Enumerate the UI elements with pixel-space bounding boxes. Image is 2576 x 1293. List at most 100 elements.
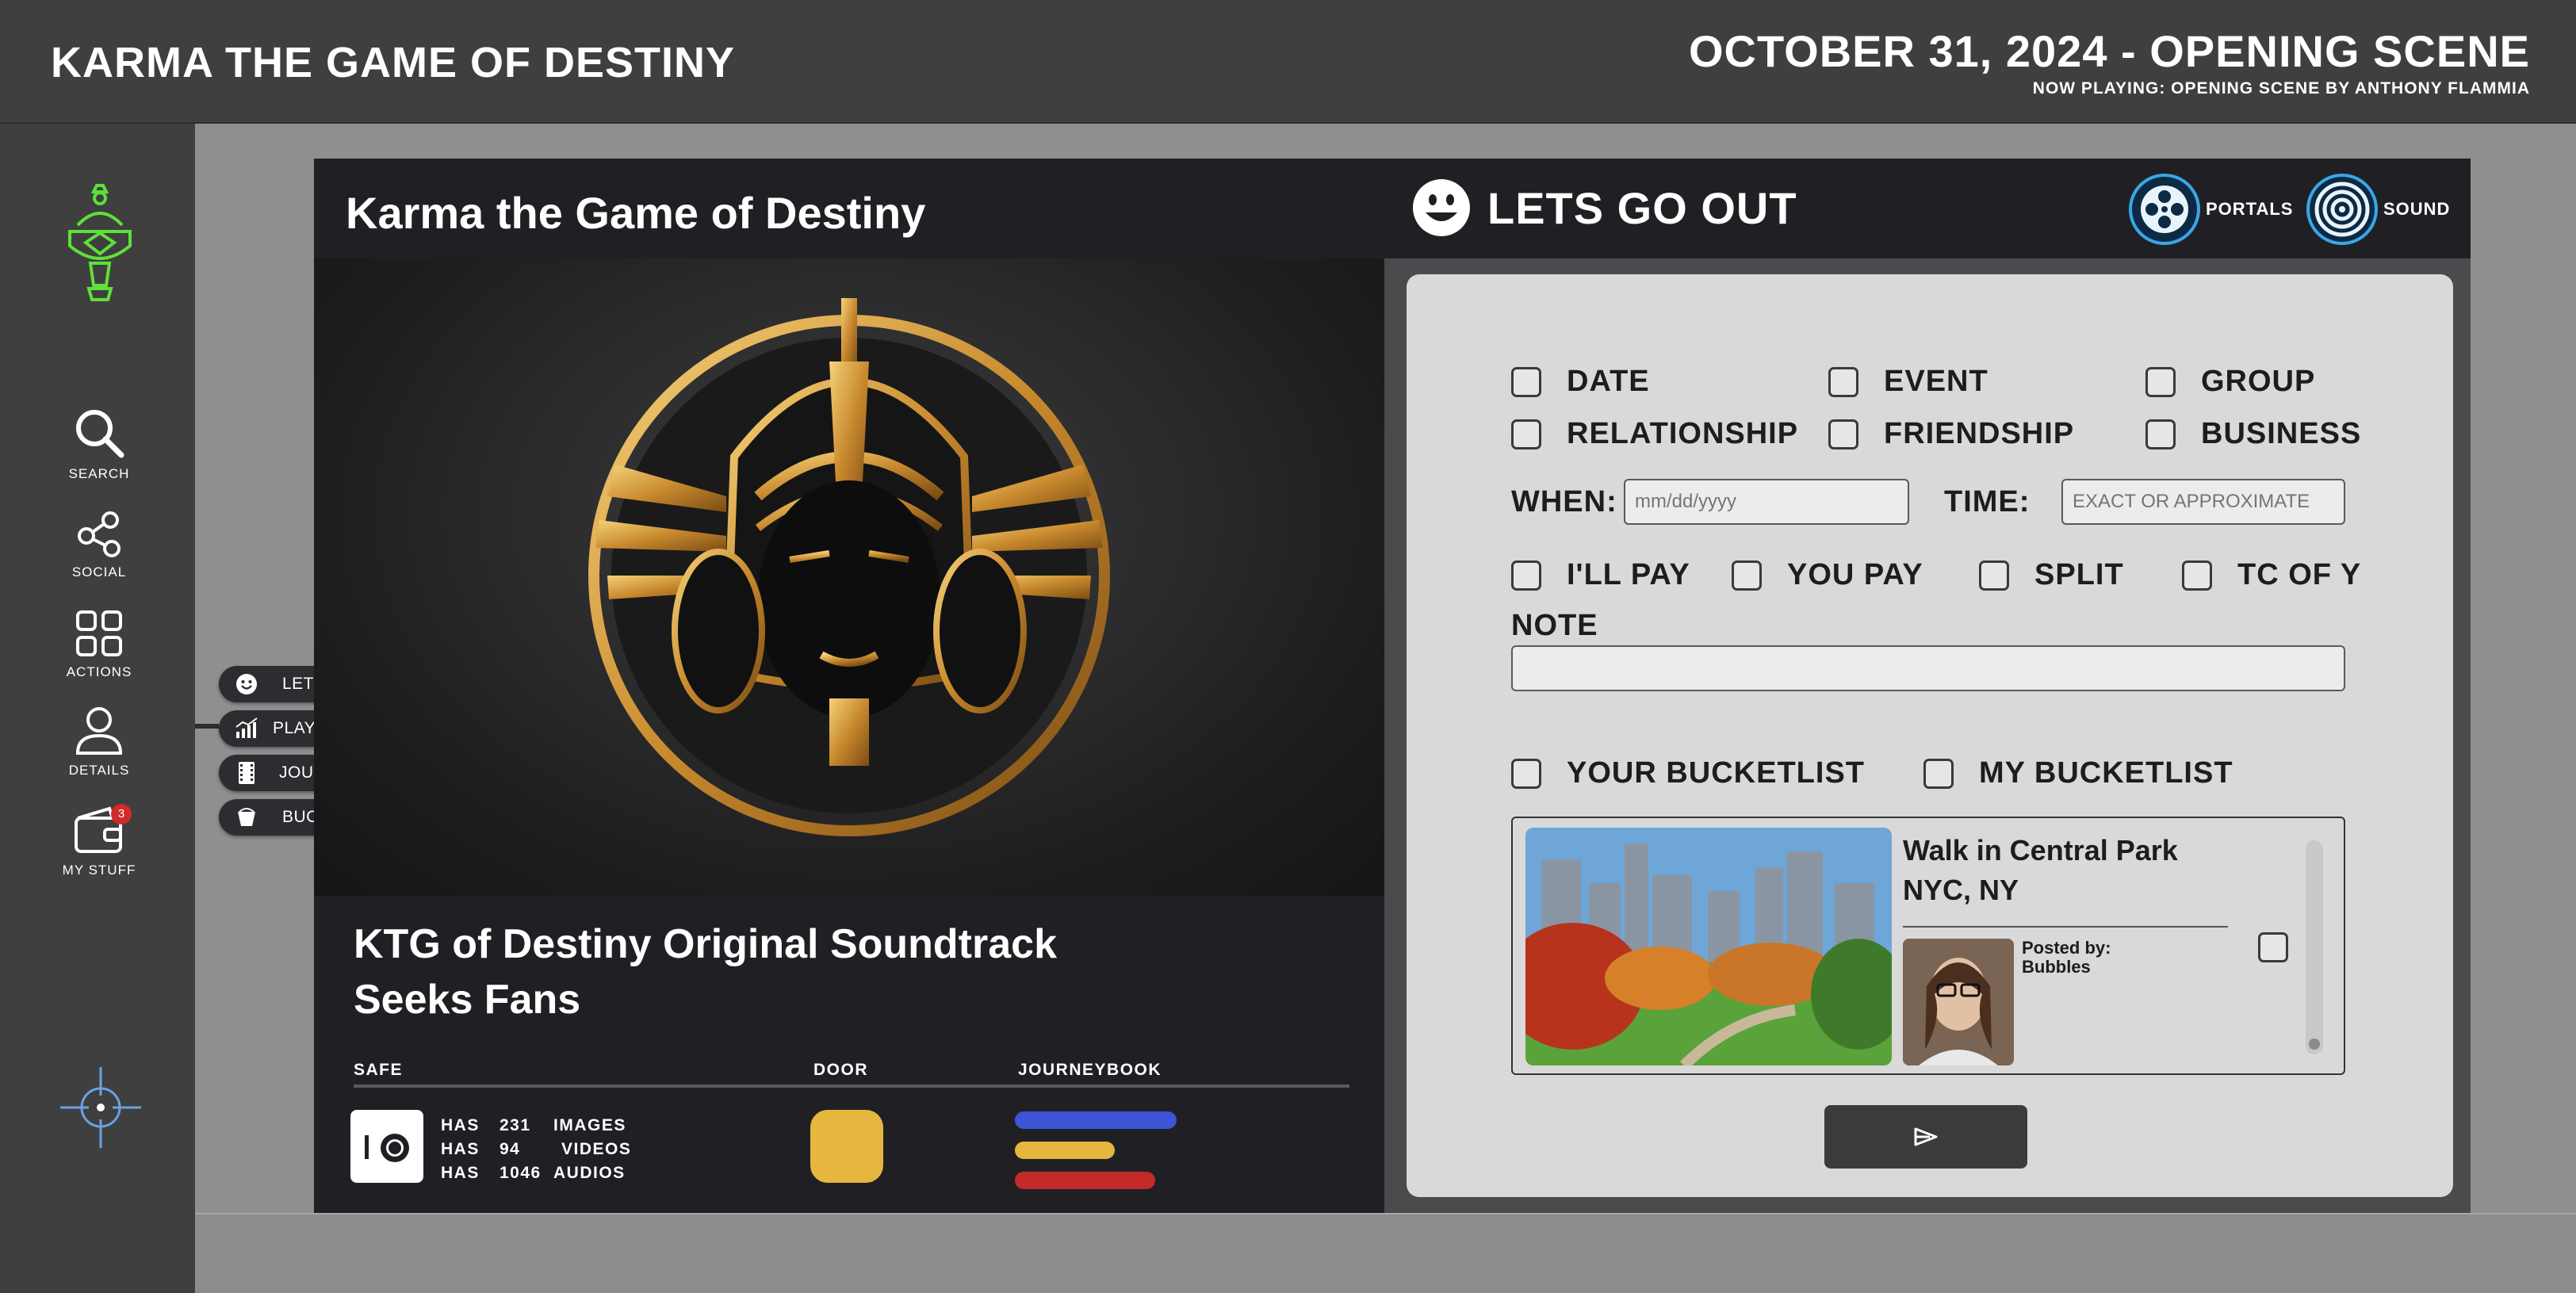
checkbox-box[interactable] xyxy=(1828,366,1858,397)
portals-label: PORTALS xyxy=(2206,199,2294,219)
sound-label: SOUND xyxy=(2383,199,2451,219)
sidebar-item-search[interactable]: SEARCH xyxy=(32,406,167,482)
main-window: Karma the Game of Destiny LETS GO OUT PO… xyxy=(314,159,2471,1215)
crosshair-icon[interactable] xyxy=(57,1064,144,1151)
safe-header: SAFE xyxy=(354,1061,404,1079)
door-button[interactable] xyxy=(810,1110,883,1183)
checkbox-box[interactable] xyxy=(1828,419,1858,449)
smiley-icon xyxy=(235,672,258,696)
send-icon xyxy=(1914,1127,1938,1146)
app-title: KARMA THE GAME OF DESTINY xyxy=(51,39,736,86)
bucketlist-item-title: Walk in Central Park NYC, NY xyxy=(1903,831,2236,910)
checkbox-my-bucketlist[interactable]: MY BUCKETLIST xyxy=(1923,756,2233,790)
lets-go-out-heading: LETS GO OUT xyxy=(1411,178,1797,238)
time-input[interactable] xyxy=(2061,479,2345,525)
when-date-input[interactable] xyxy=(1624,479,1909,525)
checkbox-box[interactable] xyxy=(1979,560,2009,591)
soundtrack-title: KTG of Destiny Original Soundtrack Seeks… xyxy=(354,916,1146,1027)
sidebar-item-actions[interactable]: ACTIONS xyxy=(32,609,167,680)
media-has: HAS xyxy=(441,1140,480,1158)
sidebar-item-social[interactable]: SOCIAL xyxy=(32,511,167,580)
sound-button[interactable]: SOUND xyxy=(2306,173,2450,246)
bucketlist-item-card: Walk in Central Park NYC, NY Posted by: … xyxy=(1511,817,2345,1075)
bucketlist-item-checkbox[interactable] xyxy=(2258,932,2288,962)
checkbox-box[interactable] xyxy=(1923,758,1954,789)
stats-divider xyxy=(354,1085,1349,1088)
checkbox-group[interactable]: GROUP xyxy=(2145,365,2315,399)
bucketlist-item-title-line1: Walk in Central Park xyxy=(1903,834,2178,866)
checkbox-label: FRIENDSHIP xyxy=(1884,417,2075,450)
checkbox-friendship[interactable]: FRIENDSHIP xyxy=(1828,417,2074,451)
checkbox-relationship[interactable]: RELATIONSHIP xyxy=(1511,417,1798,451)
checkbox-box[interactable] xyxy=(1511,419,1541,449)
lets-go-out-title: LETS GO OUT xyxy=(1487,182,1797,233)
checkbox-box[interactable] xyxy=(1732,560,1762,591)
sidebar-item-label: SOCIAL xyxy=(71,564,127,580)
soundtrack-title-line2: Seeks Fans xyxy=(354,977,581,1023)
journeybook-header: JOURNEYBOOK xyxy=(1018,1061,1162,1079)
when-label: WHEN: xyxy=(1511,485,1617,518)
media-type: VIDEOS xyxy=(561,1140,632,1158)
checkbox-event[interactable]: EVENT xyxy=(1828,365,1988,399)
checkbox-label: EVENT xyxy=(1884,365,1988,398)
grid-icon xyxy=(76,610,122,656)
main-title: Karma the Game of Destiny xyxy=(346,188,926,238)
sidebar-item-my-stuff[interactable]: 3 MY STUFF xyxy=(32,804,167,878)
media-has: HAS xyxy=(441,1116,480,1134)
note-label: NOTE xyxy=(1511,609,1598,642)
poster-photo xyxy=(1903,939,2014,1065)
now-playing-text: NOW PLAYING: OPENING SCENE BY ANTHONY FL… xyxy=(2032,79,2530,98)
checkbox-box[interactable] xyxy=(1511,366,1541,397)
door-header: DOOR xyxy=(813,1061,868,1079)
checkbox-split[interactable]: SPLIT xyxy=(1979,558,2124,592)
media-type: IMAGES xyxy=(553,1116,626,1134)
left-sidebar: SEARCH SOCIAL ACTIONS DETAILS 3 MY STUFF xyxy=(0,124,195,1293)
checkbox-label: YOUR BUCKETLIST xyxy=(1567,756,1865,790)
checkbox-you-pay[interactable]: YOU PAY xyxy=(1732,558,1923,592)
media-videos-row: HAS 94 VIDEOS xyxy=(441,1140,631,1159)
sidebar-item-label: DETAILS xyxy=(68,763,130,778)
media-audios-row: HAS 1046 AUDIOS xyxy=(441,1164,626,1183)
checkbox-your-bucketlist[interactable]: YOUR BUCKETLIST xyxy=(1511,756,1865,790)
bucketlist-scrollbar[interactable] xyxy=(2306,840,2323,1054)
sound-target-icon xyxy=(2306,174,2378,245)
portals-button[interactable]: PORTALS xyxy=(2128,173,2293,246)
film-icon xyxy=(235,761,258,785)
quick-menu-connector xyxy=(195,724,219,729)
poster-avatar[interactable] xyxy=(1903,939,2014,1065)
central-park-photo[interactable] xyxy=(1525,828,1892,1065)
camera-icon xyxy=(365,1134,409,1162)
bucket-icon xyxy=(235,805,258,829)
checkbox-box[interactable] xyxy=(2182,560,2212,591)
top-header: KARMA THE GAME OF DESTINY OCTOBER 31, 20… xyxy=(0,0,2576,124)
lamp-logo-icon[interactable] xyxy=(59,184,141,311)
media-count: 231 xyxy=(500,1116,531,1134)
posted-by-name: Bubbles xyxy=(2022,957,2091,977)
scrollbar-thumb[interactable] xyxy=(2309,1039,2320,1050)
checkbox-business[interactable]: BUSINESS xyxy=(2145,417,2361,451)
posted-by: Posted by: Bubbles xyxy=(2022,939,2111,977)
checkbox-label: BUSINESS xyxy=(2201,417,2362,450)
journeybook-bar xyxy=(1015,1172,1155,1189)
sidebar-item-label: SEARCH xyxy=(68,466,130,481)
send-button[interactable] xyxy=(1824,1105,2027,1169)
sidebar-item-details[interactable]: DETAILS xyxy=(32,706,167,778)
soundtrack-panel: KTG of Destiny Original Soundtrack Seeks… xyxy=(314,258,1384,1215)
checkbox-box[interactable] xyxy=(2145,419,2176,449)
checkbox-box[interactable] xyxy=(1511,560,1541,591)
checkbox-date[interactable]: DATE xyxy=(1511,365,1650,399)
search-icon xyxy=(76,410,124,458)
checkbox-ill-pay[interactable]: I'LL PAY xyxy=(1511,558,1690,592)
media-images-row: HAS 231 IMAGES xyxy=(441,1116,626,1135)
smiley-icon xyxy=(1413,179,1470,236)
note-input[interactable] xyxy=(1511,645,2345,691)
checkbox-label: MY BUCKETLIST xyxy=(1979,756,2233,790)
checkbox-label: I'LL PAY xyxy=(1567,558,1690,591)
portal-reel-icon xyxy=(2129,174,2200,245)
pharaoh-artwork[interactable] xyxy=(314,258,1384,896)
checkbox-box[interactable] xyxy=(1511,758,1541,789)
checkbox-box[interactable] xyxy=(2145,366,2176,397)
bucketlist-item-divider xyxy=(1903,926,2228,928)
checkbox-tc-of-y[interactable]: TC OF Y xyxy=(2182,558,2361,592)
safe-camera-button[interactable] xyxy=(350,1110,423,1183)
